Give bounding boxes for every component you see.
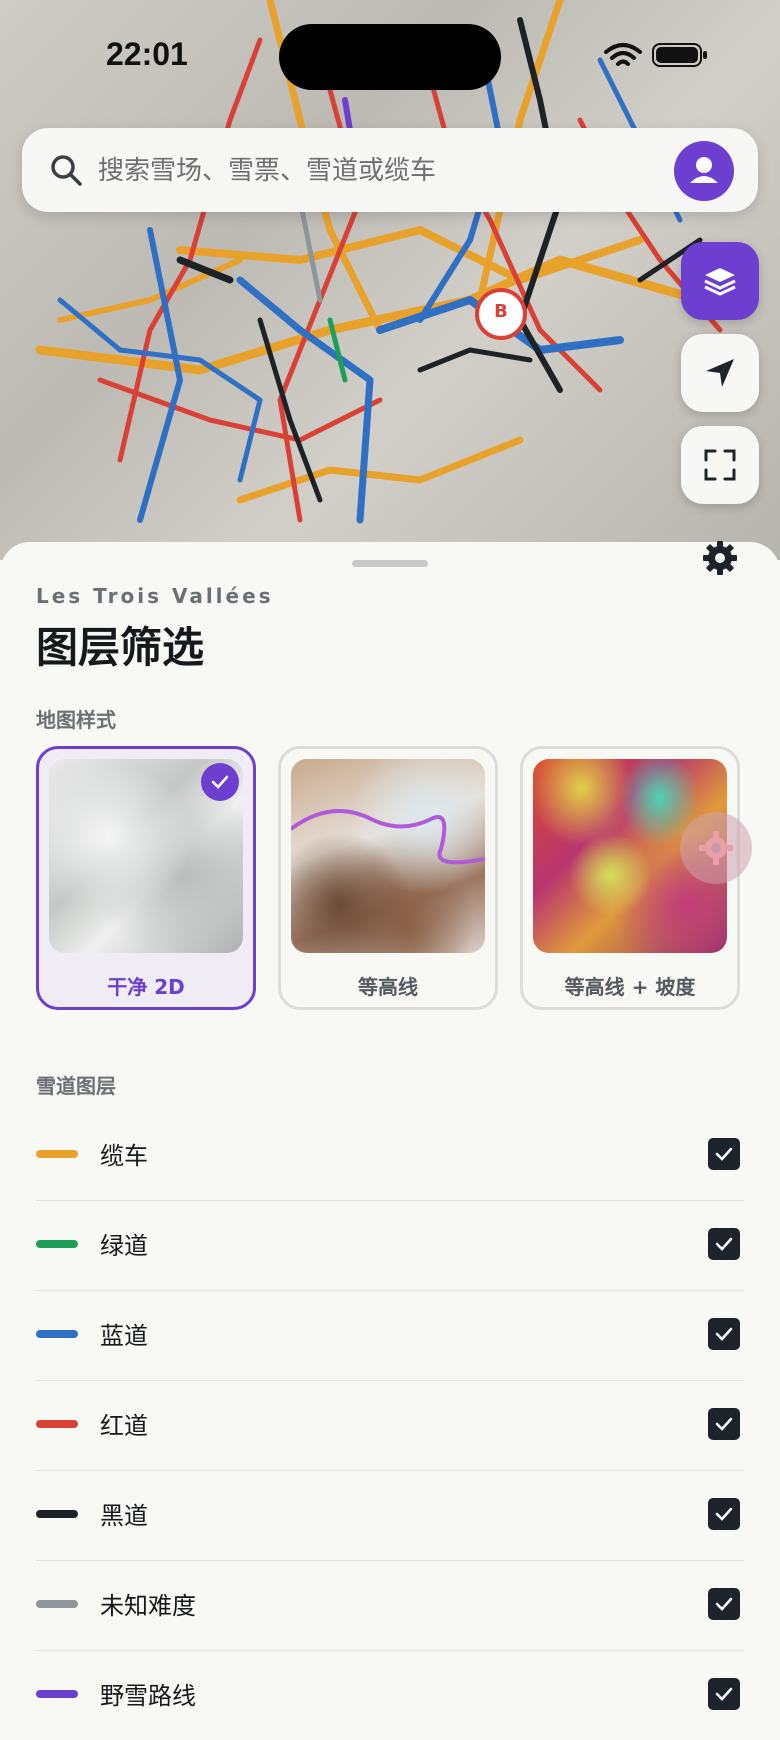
layer-label: 红道 [100,1412,148,1440]
floating-settings-button[interactable] [680,812,752,884]
map-style-thumbnail [291,759,485,953]
layer-color-swatch [36,1600,78,1608]
layer-checkbox[interactable] [708,1318,740,1350]
wifi-icon [604,43,642,66]
map-style-label: 等高线 [358,975,418,999]
fullscreen-icon [704,449,736,481]
layer-label: 黑道 [100,1502,148,1530]
layer-color-swatch [36,1510,78,1518]
layer-checkbox[interactable] [708,1138,740,1170]
map-marker-label[interactable]: B [491,301,511,322]
battery-icon [652,43,707,67]
layer-color-swatch [36,1690,78,1698]
gear-icon [699,831,733,865]
layer-label: 缆车 [100,1142,148,1170]
layer-checkbox[interactable] [708,1678,740,1710]
map-style-card-contours[interactable]: 等高线 [278,746,498,1010]
search-icon [51,155,82,186]
layer-label: 未知难度 [100,1592,196,1620]
layer-checkbox[interactable] [708,1228,740,1260]
layers-button[interactable] [681,242,759,320]
sheet-title: 图层筛选 [36,623,205,672]
layer-label: 绿道 [100,1232,148,1260]
user-icon [690,157,718,183]
layer-color-swatch [36,1330,78,1338]
dynamic-island [279,24,501,90]
layer-row-offpiste[interactable]: 野雪路线 [36,1650,744,1740]
layer-checkbox[interactable] [708,1498,740,1530]
layer-color-swatch [36,1150,78,1158]
layers-icon [704,268,736,296]
fullscreen-button[interactable] [681,426,759,504]
layer-row-black[interactable]: 黑道 [36,1470,744,1561]
sheet-drag-handle[interactable] [352,560,428,567]
layer-row-red[interactable]: 红道 [36,1380,744,1471]
layer-checkbox[interactable] [708,1588,740,1620]
search-input[interactable] [96,128,660,214]
locate-me-button[interactable] [681,334,759,412]
layer-filter-sheet: Les Trois Vallées 图层筛选 地图样式 干净 2D 等高线 等高… [0,541,780,1710]
layer-color-swatch [36,1420,78,1428]
search-bar[interactable] [22,128,758,214]
layer-row-green[interactable]: 绿道 [36,1200,744,1291]
settings-gear-icon[interactable] [700,538,740,578]
layer-row-unknown[interactable]: 未知难度 [36,1560,744,1651]
layer-label: 野雪路线 [100,1682,196,1710]
trail-layers-section-header: 雪道图层 [36,1074,116,1098]
map-style-label: 等高线 + 坡度 [564,975,696,999]
resort-name: Les Trois Vallées [36,584,274,608]
map-style-card-clean-2d[interactable]: 干净 2D [36,746,256,1010]
layer-checkbox[interactable] [708,1408,740,1440]
map-style-label: 干净 2D [107,975,185,999]
layer-row-lifts[interactable]: 缆车 [36,1110,744,1201]
status-time: 22:01 [106,36,188,72]
layer-label: 蓝道 [100,1322,148,1350]
layer-color-swatch [36,1240,78,1248]
status-bar: 22:01 [0,0,780,110]
location-arrow-icon [706,359,734,387]
profile-avatar-button[interactable] [674,141,734,201]
layer-row-blue[interactable]: 蓝道 [36,1290,744,1381]
selected-check-icon [201,763,239,801]
map-style-section-header: 地图样式 [36,708,116,732]
